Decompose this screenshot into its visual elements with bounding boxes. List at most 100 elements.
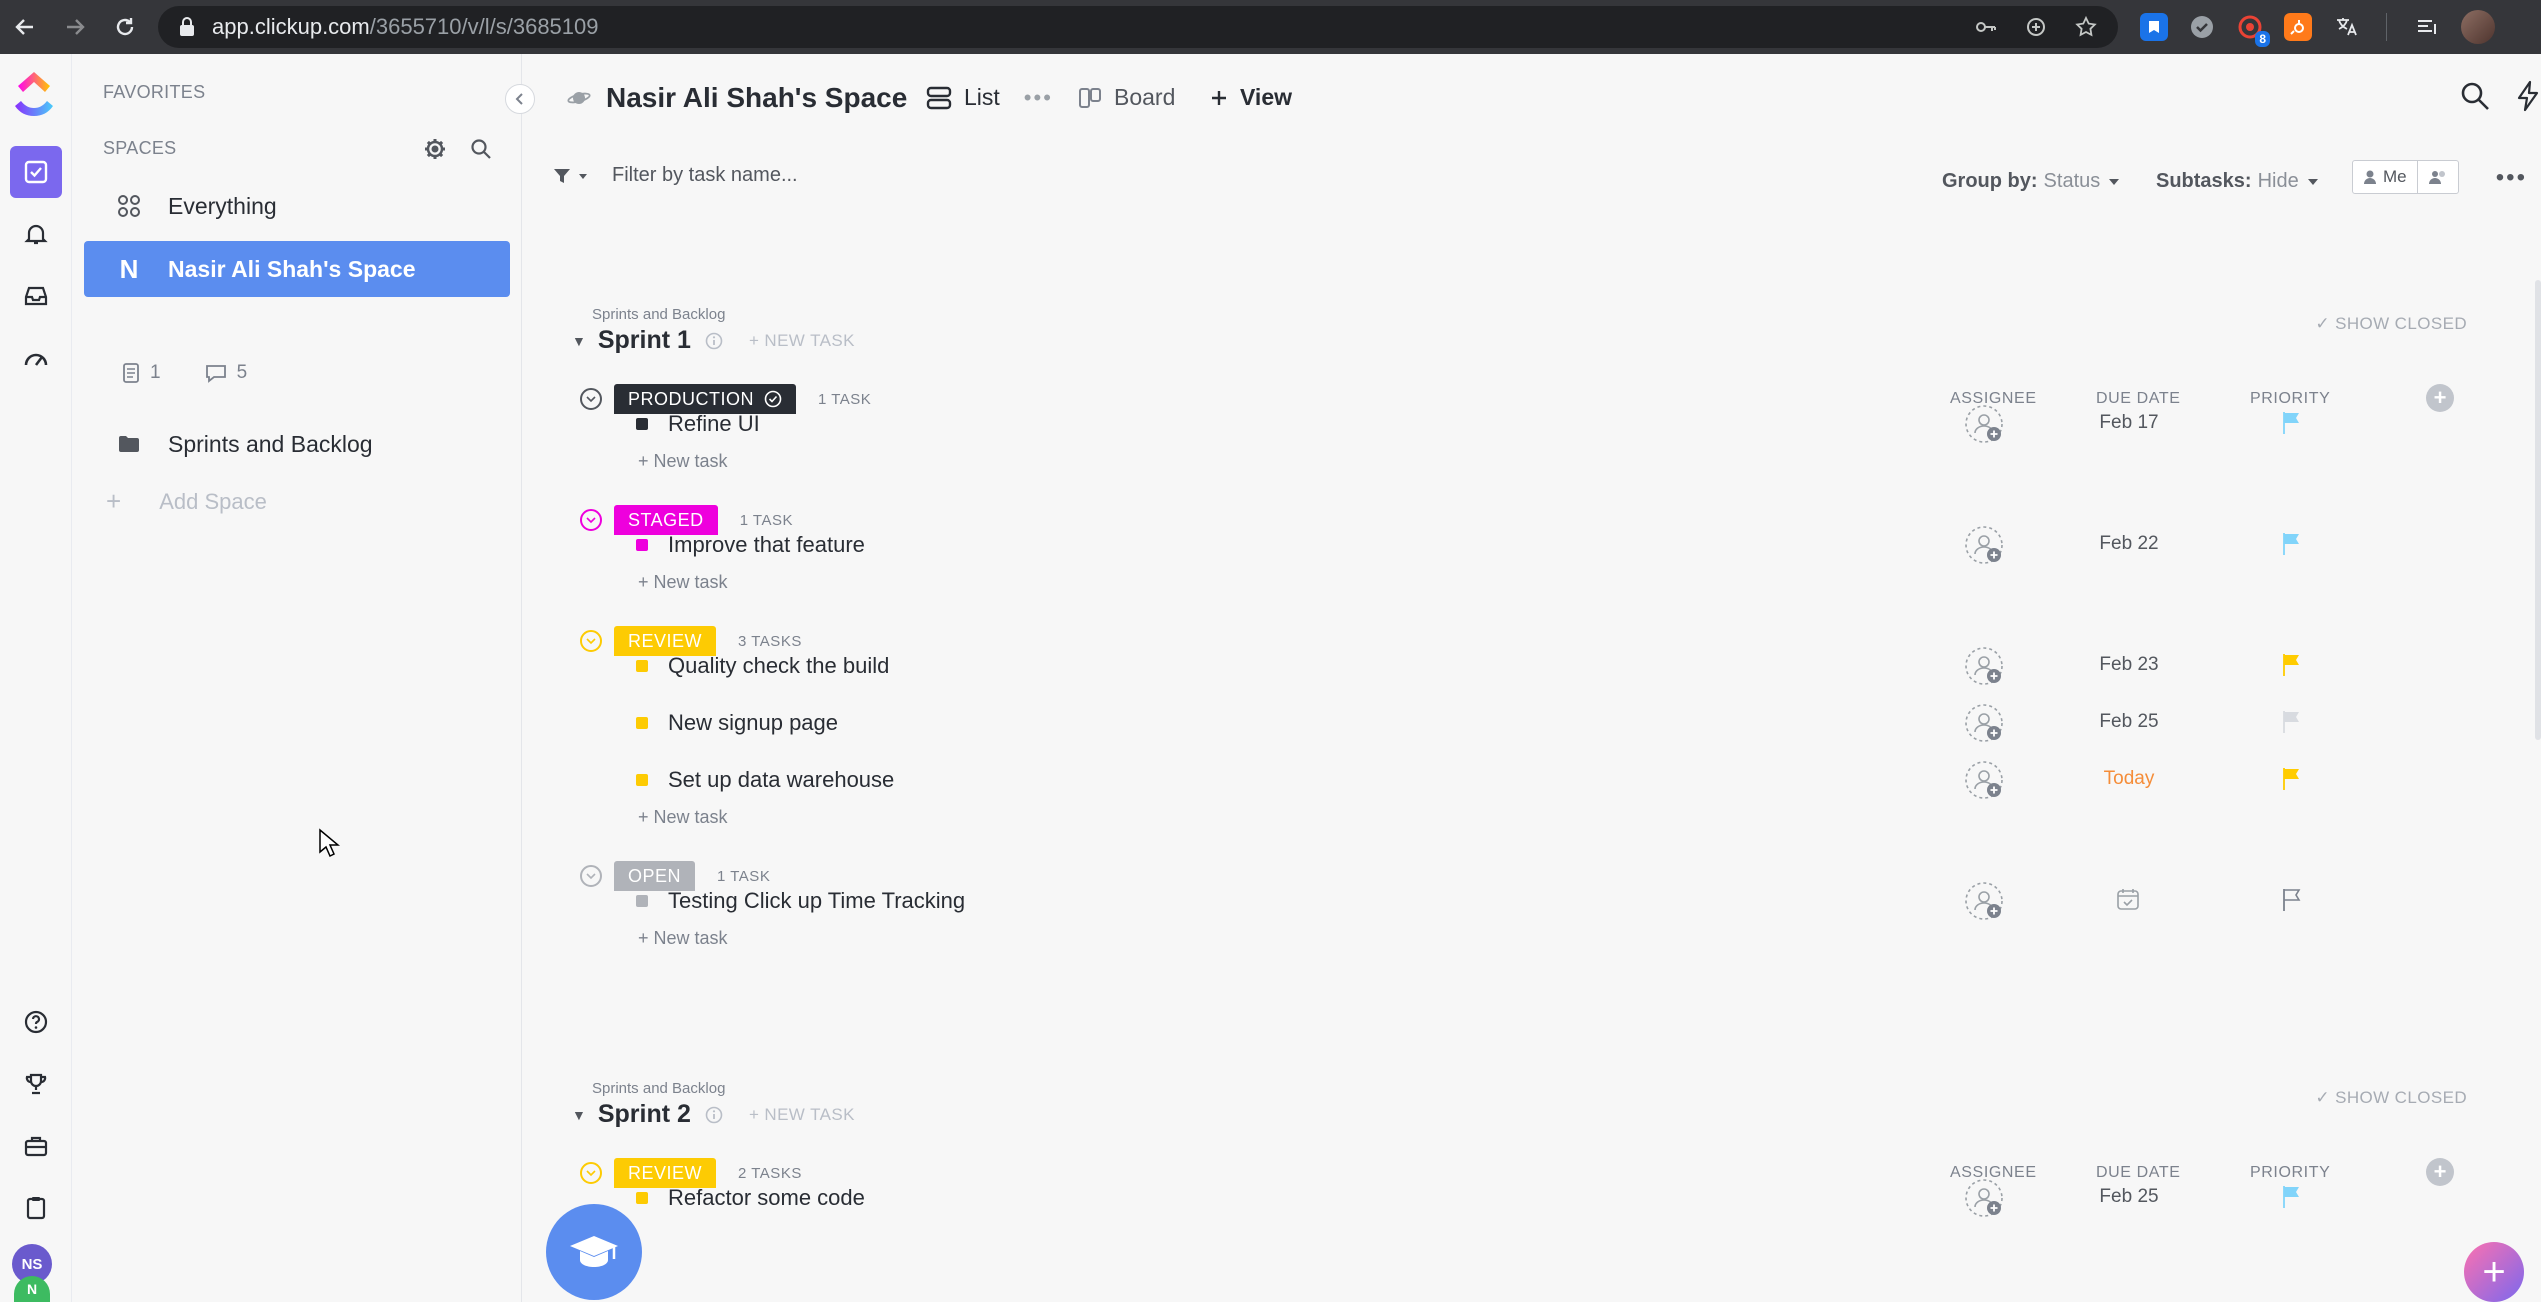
rail-dashboards[interactable]: [10, 332, 62, 384]
quick-create-button[interactable]: +: [2464, 1242, 2524, 1302]
task-name[interactable]: Improve that feature: [668, 532, 865, 558]
sprint-new-task-button[interactable]: + NEW TASK: [749, 331, 855, 351]
docs-count[interactable]: 1: [122, 362, 161, 384]
task-due-date[interactable]: Feb 25: [2062, 711, 2196, 733]
task-due-date[interactable]: Feb 25: [2062, 1186, 2196, 1208]
sprint-title[interactable]: ▼ Sprint 1 + NEW TASK: [572, 326, 855, 355]
priority-flag-icon[interactable]: [2280, 410, 2302, 436]
task-row[interactable]: Quality check the build Feb 23: [522, 638, 2522, 694]
rail-inbox[interactable]: [10, 270, 62, 322]
rail-docs[interactable]: [10, 1182, 62, 1234]
assignee-add-icon[interactable]: [1964, 1178, 2004, 1218]
task-name[interactable]: Quality check the build: [668, 653, 889, 679]
address-bar[interactable]: app.clickup.com/3655710/v/l/s/3685109: [158, 6, 2118, 48]
assignee-add-icon[interactable]: [1964, 881, 2004, 921]
assignee-add-icon[interactable]: [1964, 404, 2004, 444]
clickup-logo-icon[interactable]: [12, 70, 56, 118]
rail-goals[interactable]: [10, 1058, 62, 1110]
favorites-heading[interactable]: FAVORITES: [103, 82, 205, 103]
clickup-extension-icon[interactable]: 8: [2236, 13, 2270, 47]
everyone-filter-button[interactable]: [2416, 161, 2458, 193]
task-due-date[interactable]: Feb 17: [2062, 412, 2196, 434]
task-status-dot[interactable]: [636, 717, 648, 729]
spaces-settings-button[interactable]: [420, 134, 450, 164]
show-closed-button[interactable]: ✓ SHOW CLOSED: [2315, 1088, 2467, 1108]
filter-icon[interactable]: [552, 166, 588, 186]
bookmark-star-icon[interactable]: [2074, 15, 2098, 39]
learning-center-button[interactable]: [546, 1204, 642, 1300]
assignee-add-icon[interactable]: [1964, 703, 2004, 743]
hubspot-extension-icon[interactable]: [2284, 13, 2312, 41]
sidebar-item-nasir-space[interactable]: N Nasir Ali Shah's Space: [84, 241, 510, 297]
rail-notifications[interactable]: [10, 208, 62, 260]
assignee-add-icon[interactable]: [1964, 646, 2004, 686]
filter-input[interactable]: Filter by task name...: [612, 164, 798, 187]
task-due-date[interactable]: Feb 23: [2062, 654, 2196, 676]
more-options-icon[interactable]: •••: [2496, 164, 2527, 192]
assignee-add-icon[interactable]: [1964, 525, 2004, 565]
priority-flag-icon[interactable]: [2280, 887, 2302, 913]
assignee-add-icon[interactable]: [1964, 760, 2004, 800]
space-title[interactable]: Nasir Ali Shah's Space: [566, 82, 907, 114]
info-icon[interactable]: [705, 1106, 723, 1124]
task-row[interactable]: Testing Click up Time Tracking: [522, 873, 2522, 929]
task-row[interactable]: Set up data warehouse Today: [522, 752, 2522, 808]
task-status-dot[interactable]: [636, 539, 648, 551]
task-status-dot[interactable]: [636, 418, 648, 430]
task-row[interactable]: Improve that feature Feb 22: [522, 517, 2522, 573]
shield-extension-icon[interactable]: [2188, 13, 2216, 41]
new-task-button[interactable]: + New task: [638, 572, 728, 593]
list-options-dots-icon[interactable]: •••: [1024, 85, 1053, 111]
zoom-icon[interactable]: [2024, 15, 2048, 39]
add-view-button[interactable]: View: [1210, 84, 1292, 111]
spaces-search-button[interactable]: [466, 134, 496, 164]
task-name[interactable]: Set up data warehouse: [668, 767, 894, 793]
key-icon[interactable]: [1974, 15, 1998, 39]
add-space-button[interactable]: + Add Space: [106, 486, 267, 517]
task-status-dot[interactable]: [636, 895, 648, 907]
task-due-date[interactable]: Today: [2062, 768, 2196, 790]
sprint-breadcrumb[interactable]: Sprints and Backlog: [592, 306, 725, 323]
priority-flag-icon[interactable]: [2280, 766, 2302, 792]
spaces-heading[interactable]: SPACES: [103, 138, 177, 159]
new-task-button[interactable]: + New task: [638, 928, 728, 949]
sprint-new-task-button[interactable]: + NEW TASK: [749, 1105, 855, 1125]
tab-board[interactable]: Board: [1078, 84, 1175, 111]
priority-flag-icon[interactable]: [2280, 1184, 2302, 1210]
sidebar-item-everything[interactable]: Everything: [84, 178, 510, 234]
profile-avatar[interactable]: [2461, 10, 2495, 44]
task-status-dot[interactable]: [636, 660, 648, 672]
rail-apps[interactable]: [10, 1120, 62, 1172]
priority-flag-icon[interactable]: [2280, 531, 2302, 557]
task-status-dot[interactable]: [636, 1192, 648, 1204]
priority-flag-icon[interactable]: [2280, 652, 2302, 678]
task-filter[interactable]: Filter by task name...: [552, 164, 798, 187]
priority-flag-icon[interactable]: [2280, 709, 2302, 735]
forward-button[interactable]: [50, 0, 100, 54]
workspace-avatar[interactable]: N: [14, 1276, 50, 1302]
task-name[interactable]: Testing Click up Time Tracking: [668, 888, 965, 914]
me-filter-button[interactable]: Me: [2353, 161, 2417, 193]
task-status-dot[interactable]: [636, 774, 648, 786]
task-name[interactable]: Refactor some code: [668, 1185, 865, 1211]
search-icon[interactable]: [2459, 80, 2491, 112]
rail-help[interactable]: [10, 996, 62, 1048]
sidebar-item-sprints-backlog[interactable]: Sprints and Backlog: [84, 416, 510, 472]
task-row[interactable]: Refine UI Feb 17: [522, 396, 2522, 452]
scrollbar[interactable]: [2535, 280, 2541, 740]
task-due-date[interactable]: Feb 22: [2062, 533, 2196, 555]
show-closed-button[interactable]: ✓ SHOW CLOSED: [2315, 314, 2467, 334]
collapse-caret-icon[interactable]: ▼: [572, 333, 586, 349]
back-button[interactable]: [0, 0, 50, 54]
collapse-caret-icon[interactable]: ▼: [572, 1107, 586, 1123]
translate-extension-icon[interactable]: [2332, 13, 2360, 41]
reload-button[interactable]: [100, 0, 150, 54]
sprint-breadcrumb[interactable]: Sprints and Backlog: [592, 1080, 725, 1097]
task-name[interactable]: Refine UI: [668, 411, 760, 437]
new-task-button[interactable]: + New task: [638, 807, 728, 828]
group-by-dropdown[interactable]: Group by: Status: [1942, 170, 2120, 193]
task-row[interactable]: Refactor some code Feb 25: [522, 1170, 2522, 1226]
new-task-button[interactable]: + New task: [638, 451, 728, 472]
tab-list[interactable]: List •••: [926, 84, 1053, 111]
comments-count[interactable]: 5: [205, 362, 247, 384]
